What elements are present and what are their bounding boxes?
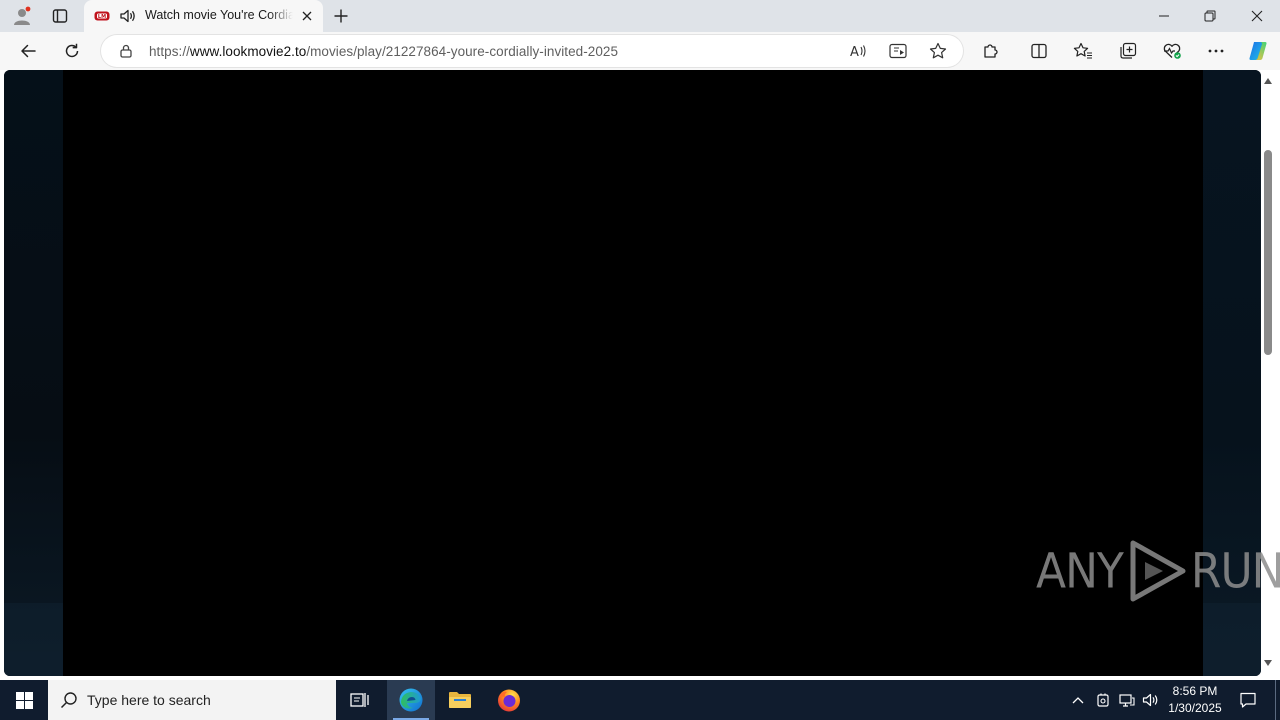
scrollbar-thumb[interactable] bbox=[1264, 150, 1272, 355]
triangle-down-icon bbox=[1264, 660, 1272, 666]
back-arrow-icon bbox=[21, 44, 36, 58]
tab-strip: LM Watch movie You're Cordially Invited … bbox=[0, 0, 1280, 32]
more-dots-icon bbox=[1208, 49, 1224, 53]
video-frame[interactable] bbox=[63, 70, 1203, 676]
minimize-button[interactable] bbox=[1141, 0, 1187, 32]
chevron-up-icon bbox=[1072, 697, 1084, 704]
collections-button[interactable] bbox=[1112, 35, 1144, 67]
show-desktop-divider[interactable] bbox=[1275, 680, 1276, 720]
task-view-button[interactable] bbox=[336, 680, 384, 720]
device-status-icon bbox=[1097, 693, 1109, 707]
profile-icon bbox=[14, 6, 31, 25]
notification-center-button[interactable] bbox=[1236, 680, 1260, 720]
lock-icon[interactable] bbox=[119, 44, 133, 58]
copilot-icon bbox=[1249, 42, 1267, 60]
plus-icon bbox=[334, 9, 348, 23]
url-path: /movies/play/21227864-youre-cordially-in… bbox=[306, 44, 618, 59]
refresh-icon bbox=[65, 43, 79, 58]
url-host: www.lookmovie2.to bbox=[189, 44, 307, 59]
tray-device-icon-button[interactable] bbox=[1091, 680, 1115, 720]
settings-menu-button[interactable] bbox=[1200, 35, 1232, 67]
immersive-reader-icon[interactable] bbox=[889, 43, 907, 59]
watermark-right-text: RUN bbox=[1190, 542, 1280, 600]
taskbar-firefox[interactable] bbox=[485, 680, 533, 720]
collections-icon bbox=[1120, 42, 1137, 59]
anyrun-watermark: ANY RUN bbox=[1036, 540, 1280, 602]
scroll-up-arrow[interactable] bbox=[1263, 76, 1273, 86]
browser-toolbar: https://www.lookmovie2.to/movies/play/21… bbox=[0, 32, 1280, 70]
restore-button[interactable] bbox=[1187, 0, 1233, 32]
lookmovie-favicon: LM bbox=[94, 11, 110, 21]
task-view-icon bbox=[350, 693, 369, 707]
extensions-button[interactable] bbox=[975, 35, 1007, 67]
tab-active[interactable]: LM Watch movie You're Cordially Invited … bbox=[84, 0, 323, 32]
firefox-icon bbox=[498, 689, 520, 712]
taskbar-search[interactable]: Type here to search bbox=[48, 680, 336, 720]
read-aloud-icon[interactable]: A bbox=[849, 43, 867, 59]
search-icon bbox=[60, 692, 77, 709]
url-scheme: https:// bbox=[149, 44, 190, 59]
refresh-button[interactable] bbox=[56, 35, 88, 67]
restore-icon bbox=[1204, 10, 1216, 22]
speaker-icon[interactable] bbox=[119, 8, 137, 24]
tab-actions-button[interactable] bbox=[44, 2, 76, 30]
puzzle-icon bbox=[984, 44, 998, 58]
triangle-up-icon bbox=[1264, 78, 1272, 84]
start-button[interactable] bbox=[0, 680, 48, 720]
close-icon bbox=[1251, 10, 1263, 22]
favorites-icon bbox=[1073, 42, 1092, 59]
system-clock[interactable]: 8:56 PM 1/30/2025 bbox=[1166, 683, 1224, 717]
split-screen-icon bbox=[1031, 43, 1047, 59]
profile-button[interactable] bbox=[6, 2, 38, 30]
clock-time: 8:56 PM bbox=[1172, 684, 1218, 698]
favorite-star-icon[interactable] bbox=[929, 42, 947, 60]
volume-icon bbox=[1142, 693, 1158, 707]
copilot-button[interactable] bbox=[1242, 35, 1274, 67]
split-screen-button[interactable] bbox=[1023, 35, 1055, 67]
minimize-icon bbox=[1159, 15, 1169, 17]
address-bar[interactable]: https://www.lookmovie2.to/movies/play/21… bbox=[101, 35, 963, 67]
svg-text:LM: LM bbox=[98, 14, 106, 20]
player-side-left bbox=[4, 70, 63, 676]
clock-date: 1/30/2025 bbox=[1168, 701, 1222, 715]
tab-actions-icon bbox=[52, 9, 68, 23]
heart-pulse-icon bbox=[1163, 43, 1181, 59]
close-tab-icon[interactable] bbox=[301, 10, 313, 22]
volume-button[interactable] bbox=[1139, 680, 1163, 720]
new-tab-button[interactable] bbox=[325, 2, 357, 30]
notification-icon bbox=[1240, 692, 1256, 708]
taskbar-file-explorer[interactable] bbox=[436, 680, 484, 720]
taskbar-edge[interactable] bbox=[387, 680, 435, 720]
edge-icon bbox=[399, 688, 423, 712]
svg-text:A: A bbox=[850, 45, 859, 59]
network-icon bbox=[1119, 694, 1135, 707]
search-placeholder: Type here to search bbox=[87, 692, 211, 708]
browser-essentials-button[interactable] bbox=[1156, 35, 1188, 67]
watermark-left-text: ANY bbox=[1036, 542, 1124, 600]
back-button[interactable] bbox=[12, 35, 44, 67]
tab-title: Watch movie You're Cordially Invited 202… bbox=[145, 8, 293, 22]
favorites-button[interactable] bbox=[1067, 35, 1099, 67]
show-hidden-icons-button[interactable] bbox=[1066, 680, 1090, 720]
scroll-down-arrow[interactable] bbox=[1263, 658, 1273, 668]
network-button[interactable] bbox=[1115, 680, 1139, 720]
folder-icon bbox=[449, 692, 471, 708]
taskbar: Type here to search 8:56 PM 1/30/2025 bbox=[0, 680, 1280, 720]
url-text[interactable]: https://www.lookmovie2.to/movies/play/21… bbox=[149, 44, 618, 59]
play-triangle-icon bbox=[1130, 540, 1186, 602]
windows-logo-icon bbox=[15, 691, 33, 709]
close-window-button[interactable] bbox=[1234, 0, 1280, 32]
